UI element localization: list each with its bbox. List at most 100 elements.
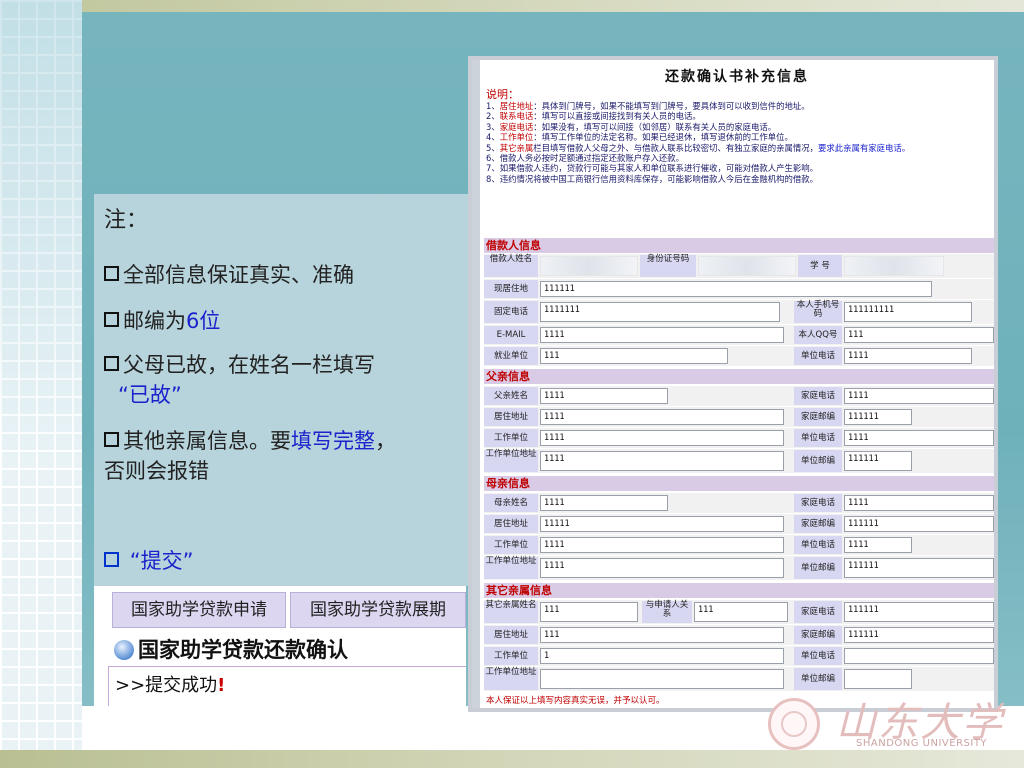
other-row-name: 其它亲属姓名 111 与申请人关系 111 家庭电话 111111	[484, 600, 994, 624]
mother-work-phone-field[interactable]: 1111	[844, 537, 912, 553]
label-other-work-phone: 单位电话	[794, 647, 842, 665]
section-father: 父亲信息	[484, 369, 994, 384]
other-work-zip-field[interactable]	[844, 669, 912, 689]
checkbox-bullet-icon	[104, 432, 119, 447]
borrower-row-phone: 固定电话 1111111 本人手机号码 111111111	[484, 300, 994, 324]
tab-loan-extension[interactable]: 国家助学贷款展期	[290, 592, 466, 628]
other-work-phone-field[interactable]	[844, 648, 994, 664]
mother-row-name: 母亲姓名 1111 家庭电话 1111	[484, 493, 994, 513]
other-row-work: 工作单位 1 单位电话	[484, 646, 994, 666]
father-name-field[interactable]: 1111	[540, 388, 668, 404]
label-father-home-zip: 家庭邮编	[794, 408, 842, 426]
instruction-line: 6、借款人务必按时足额通过指定还款账户存入还款。	[486, 153, 684, 164]
work-phone-field[interactable]: 1111	[844, 348, 972, 364]
mother-work-address-field[interactable]: 1111	[540, 558, 784, 578]
current-address-field[interactable]: 111111	[540, 281, 932, 297]
label-father-work: 工作单位	[484, 429, 538, 447]
section-other-relative: 其它亲属信息	[484, 583, 994, 598]
borrower-name-field[interactable]	[540, 256, 638, 276]
university-seal-logo	[768, 698, 820, 750]
label-work-phone: 单位电话	[794, 347, 842, 365]
label-mother-work: 工作单位	[484, 536, 538, 554]
label-father-home-phone: 家庭电话	[794, 387, 842, 405]
label-father-address: 居住地址	[484, 408, 538, 426]
father-row-address: 居住地址 1111 家庭邮编 111111	[484, 407, 994, 427]
note-item-submit: “提交”	[104, 546, 464, 576]
label-employer: 就业单位	[484, 347, 538, 365]
father-home-zip-field[interactable]: 111111	[844, 409, 912, 425]
label-father-name: 父亲姓名	[484, 387, 538, 405]
app-screenshot: 国家助学贷款申请 国家助学贷款展期 国家助学贷款还款确认 >>提交成功!	[94, 586, 466, 706]
id-number-field[interactable]	[698, 256, 796, 276]
label-father-work-zip: 单位邮编	[794, 450, 842, 472]
tab-loan-application[interactable]: 国家助学贷款申请	[112, 592, 286, 628]
top-band	[82, 0, 1024, 12]
checkbox-bullet-icon	[104, 312, 119, 327]
mother-name-field[interactable]: 1111	[540, 495, 668, 511]
note-item-accurate: 全部信息保证真实、准确	[104, 260, 464, 290]
note-item-relatives: 其他亲属信息。要填写完整， 否则会报错	[104, 429, 396, 483]
other-address-field[interactable]: 111	[540, 627, 784, 643]
mother-row-work: 工作单位 1111 单位电话 1111	[484, 535, 994, 555]
label-mother-work-zip: 单位邮编	[794, 557, 842, 579]
mother-row-address: 居住地址 11111 家庭邮编 111111	[484, 514, 994, 534]
label-other-work-address: 工作单位地址	[484, 668, 538, 690]
label-other-address: 居住地址	[484, 626, 538, 644]
label-mobile: 本人手机号码	[794, 301, 842, 323]
father-row-work: 工作单位 1111 单位电话 1111	[484, 428, 994, 448]
student-number-field[interactable]	[844, 256, 944, 276]
seal-inner-ring	[781, 711, 807, 737]
relation-field[interactable]: 111	[694, 602, 788, 622]
form-declaration: 本人保证以上填写内容真实无误，并予以认可。	[486, 696, 665, 706]
father-work-phone-field[interactable]: 1111	[844, 430, 994, 446]
other-home-zip-field[interactable]: 111111	[844, 627, 994, 643]
email-field[interactable]: 1111	[540, 327, 784, 343]
other-home-phone-field[interactable]: 111111	[844, 602, 994, 622]
instructions-heading: 说明：	[486, 88, 519, 101]
other-row-address: 居住地址 111 家庭邮编 111111	[484, 625, 994, 645]
label-id-number: 身份证号码	[640, 255, 696, 277]
father-row-work-address: 工作单位地址 1111 单位邮编 111111	[484, 449, 994, 473]
section-borrower: 借款人信息	[484, 238, 994, 253]
father-address-field[interactable]: 1111	[540, 409, 784, 425]
label-mother-name: 母亲姓名	[484, 494, 538, 512]
father-work-field[interactable]: 1111	[540, 430, 784, 446]
mother-home-phone-field[interactable]: 1111	[844, 495, 994, 511]
instruction-line: 5、其它亲属栏目填写借款人父母之外、与借款人联系比较密切、有独立家庭的亲属情况，…	[486, 142, 911, 153]
instruction-line: 1、居住地址：具体到门牌号，如果不能填写到门牌号，要具体到可以收到信件的地址。	[486, 101, 810, 111]
mother-work-zip-field[interactable]: 111111	[844, 558, 994, 578]
other-work-address-field[interactable]	[540, 669, 784, 689]
checkbox-bullet-icon	[104, 356, 119, 371]
note-item-deceased: 父母已故，在姓名一栏填写 “已故”	[104, 350, 464, 410]
label-other-work-zip: 单位邮编	[794, 668, 842, 690]
other-work-field[interactable]: 1	[540, 648, 784, 664]
qq-field[interactable]: 111	[844, 327, 994, 343]
bottom-band	[0, 750, 1024, 768]
father-work-address-field[interactable]: 1111	[540, 451, 784, 471]
borrower-row-email: E-MAIL 1111 本人QQ号 111	[484, 325, 994, 345]
father-work-zip-field[interactable]: 111111	[844, 451, 912, 471]
label-other-home-zip: 家庭邮编	[794, 626, 842, 644]
borrower-row-identity: 借款人姓名 身份证号码 学 号	[484, 254, 994, 278]
label-other-work: 工作单位	[484, 647, 538, 665]
other-row-work-address: 工作单位地址 单位邮编	[484, 667, 994, 691]
form-instructions: 说明： 1、居住地址：具体到门牌号，如果不能填写到门牌号，要具体到可以收到信件的…	[486, 88, 991, 184]
father-home-phone-field[interactable]: 1111	[844, 388, 994, 404]
label-student-number: 学 号	[798, 255, 842, 277]
checkbox-bullet-icon	[104, 266, 119, 281]
repayment-confirm-heading[interactable]: 国家助学贷款还款确认	[114, 634, 348, 664]
landline-field[interactable]: 1111111	[540, 302, 780, 322]
mother-work-field[interactable]: 1111	[540, 537, 784, 553]
employer-field[interactable]: 111	[540, 348, 728, 364]
mother-address-field[interactable]: 11111	[540, 516, 784, 532]
university-english-name: SHANDONG UNIVERSITY	[856, 738, 988, 749]
notes-title: 注：	[104, 208, 149, 233]
label-qq: 本人QQ号	[794, 326, 842, 344]
mother-home-zip-field[interactable]: 111111	[844, 516, 994, 532]
label-mother-home-phone: 家庭电话	[794, 494, 842, 512]
submit-success-message: >>提交成功!	[108, 666, 466, 706]
father-row-name: 父亲姓名 1111 家庭电话 1111	[484, 386, 994, 406]
label-father-work-address: 工作单位地址	[484, 450, 538, 472]
other-name-field[interactable]: 111	[540, 602, 638, 622]
mobile-field[interactable]: 111111111	[844, 302, 972, 322]
